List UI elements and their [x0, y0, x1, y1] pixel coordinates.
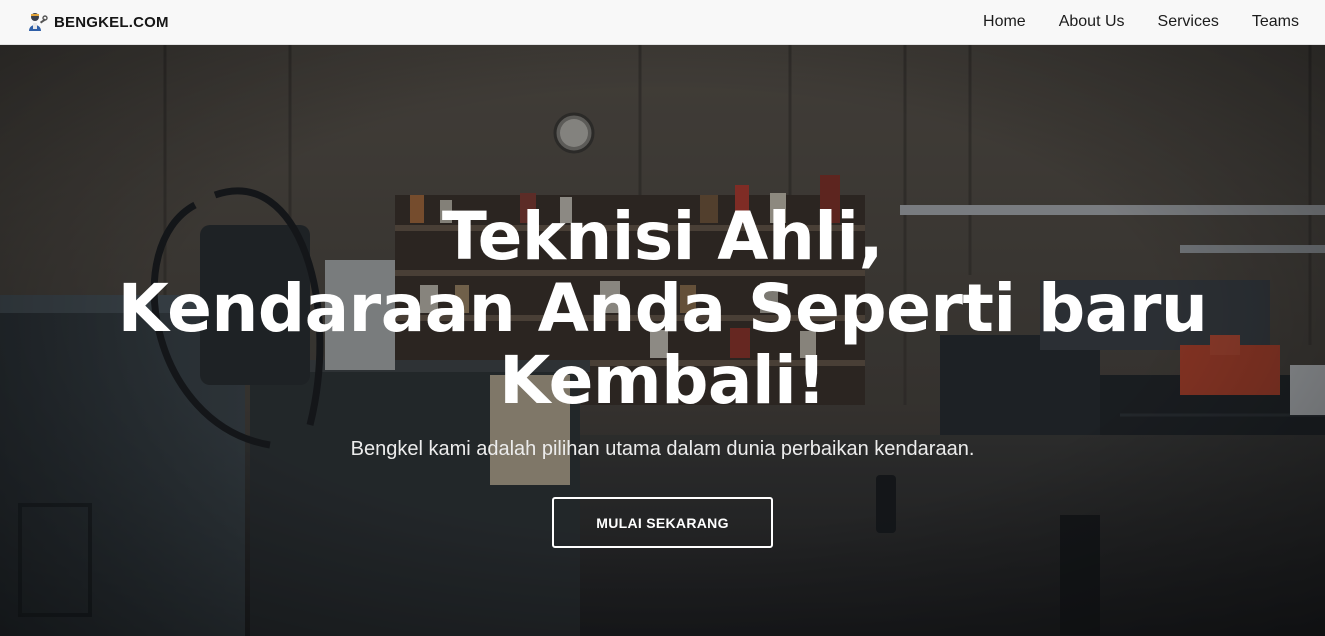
brand-name: BENGKEL.COM — [54, 13, 169, 31]
navbar: BENGKEL.COM Home About Us Services Teams — [0, 0, 1325, 45]
mechanic-icon — [29, 13, 48, 31]
hero-section: Teknisi Ahli, Kendaraan Anda Seperti bar… — [0, 45, 1325, 636]
nav-link-about-us[interactable]: About Us — [1059, 13, 1125, 30]
hero-subtitle: Bengkel kami adalah pilihan utama dalam … — [350, 438, 975, 460]
brand-link[interactable]: BENGKEL.COM — [26, 11, 169, 33]
hero-title: Teknisi Ahli, Kendaraan Anda Seperti bar… — [0, 201, 1325, 417]
nav-link-home[interactable]: Home — [983, 13, 1026, 30]
nav-menu: Home About Us Services Teams — [950, 13, 1299, 31]
hero-title-line: Teknisi Ahli, — [441, 198, 884, 275]
hero-title-line: Kembali! — [499, 342, 826, 419]
nav-link-teams[interactable]: Teams — [1252, 13, 1299, 30]
nav-link-services[interactable]: Services — [1158, 13, 1219, 30]
hero-title-line: Kendaraan Anda Seperti baru — [117, 270, 1208, 347]
hero-content: Teknisi Ahli, Kendaraan Anda Seperti bar… — [0, 45, 1325, 636]
start-now-button[interactable]: MULAI SEKARANG — [552, 497, 773, 548]
